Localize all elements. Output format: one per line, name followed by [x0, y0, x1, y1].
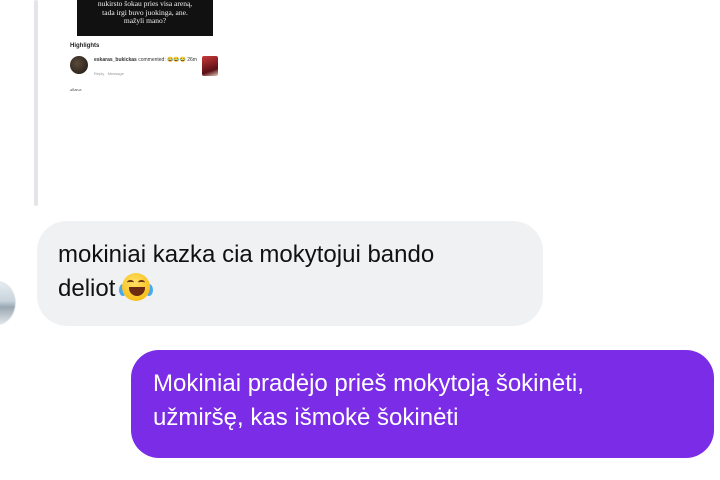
comment-time: 26m [187, 57, 197, 63]
post-footer: ●Barua [70, 88, 82, 92]
crying-laughing-emoji-icon [119, 272, 154, 302]
comment-actions: Reply Message [94, 71, 124, 76]
highlights-label: Highlights [70, 43, 100, 49]
post-thumbnail[interactable] [202, 56, 218, 76]
highlight-comment[interactable]: eskaras_bukickas commented: 😂😂😂 26m Repl… [70, 56, 220, 82]
post-image-text-line: mažyli mano? [123, 16, 167, 26]
sent-message-bubble[interactable]: Mokiniai pradėjo prieš mokytoją šokinėti… [131, 350, 714, 458]
message-line-with-emoji: deliot [58, 272, 523, 306]
message-line: užmiršę, kas išmokė šokinėti [153, 404, 459, 431]
comment-action: commented: [138, 57, 166, 63]
received-message-bubble[interactable]: mokiniai kazka cia mokytojui bando delio… [37, 221, 543, 326]
shared-post-preview[interactable]: nukirsto šokau pries visa areną, tada ir… [60, 0, 228, 206]
commenter-username[interactable]: eskaras_bukickas [94, 57, 137, 63]
message-line: Mokiniai pradėjo prieš mokytoją šokinėti… [153, 370, 584, 397]
reply-quote-bar [34, 0, 38, 206]
commenter-avatar[interactable] [70, 56, 88, 74]
message-link[interactable]: Message [108, 71, 124, 76]
sender-avatar[interactable] [0, 281, 16, 325]
comment-text: eskaras_bukickas commented: 😂😂😂 26m [94, 57, 197, 63]
post-image: nukirsto šokau pries visa areną, tada ir… [77, 0, 213, 36]
message-line: deliot [58, 275, 116, 302]
comment-emojis: 😂😂😂 [167, 57, 186, 63]
message-line: mokiniai kazka cia mokytojui bando [58, 241, 435, 268]
reply-link[interactable]: Reply [94, 71, 104, 76]
